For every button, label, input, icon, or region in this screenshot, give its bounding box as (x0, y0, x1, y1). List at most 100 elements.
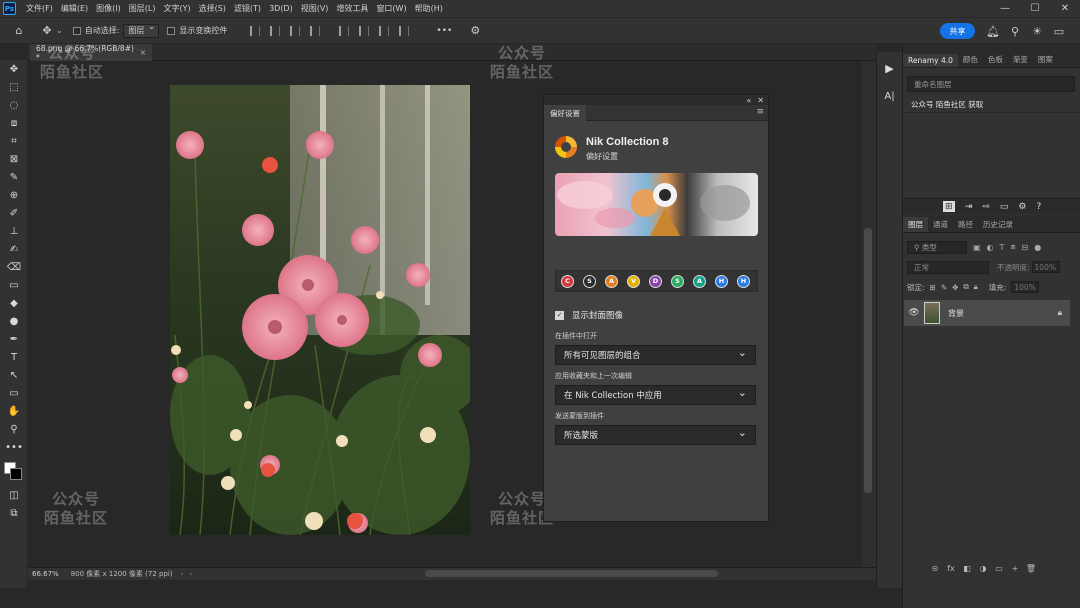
lasso-tool-icon[interactable]: ◌ (0, 96, 28, 114)
adjustment-filter-icon[interactable]: ◐ (987, 243, 994, 252)
menu-filter[interactable]: 滤镜(T) (230, 3, 265, 14)
tab-layers[interactable]: 图层 (903, 217, 928, 232)
brush-tool-icon[interactable]: ✐ (0, 204, 28, 222)
distribute-icon[interactable] (310, 25, 321, 36)
sharpener-icon[interactable]: S (671, 274, 684, 288)
align-middle-icon[interactable] (359, 25, 370, 36)
align-bottom-icon[interactable] (379, 25, 390, 36)
history-brush-tool-icon[interactable]: ✍ (0, 240, 28, 258)
zoom-tool-icon[interactable]: ⚲ (0, 420, 28, 438)
path-select-tool-icon[interactable]: ↖ (0, 366, 28, 384)
status-arrow-right-icon[interactable]: › (181, 570, 184, 578)
smart-filter-icon[interactable]: ⊟ (1022, 243, 1029, 252)
viveza-icon[interactable]: V (627, 274, 640, 288)
vertical-scroll-thumb[interactable] (864, 228, 872, 493)
background-color-swatch[interactable] (10, 468, 22, 480)
crop-tool-icon[interactable]: ⌗ (0, 132, 28, 150)
tab-channels[interactable]: 通道 (928, 217, 953, 232)
type-filter-icon[interactable]: T (1000, 243, 1005, 252)
opacity-input[interactable]: 100% (1031, 261, 1060, 273)
hand-tool-icon[interactable]: ✋ (0, 402, 28, 420)
auto-select-dropdown[interactable]: 图层 (123, 22, 160, 38)
more-options-button[interactable]: ••• (436, 26, 452, 36)
panel-menu-icon[interactable]: ≡ (756, 107, 764, 117)
layer-kind-filter[interactable]: ⚲ 类型 (907, 240, 967, 254)
tab-swatches[interactable]: 色板 (983, 52, 1008, 67)
visibility-eye-icon[interactable]: 👁︎ (904, 308, 924, 318)
clone-stamp-tool-icon[interactable]: ⊥ (0, 222, 28, 240)
group-icon[interactable]: ▭ (993, 564, 1005, 573)
dfine-icon[interactable]: D (649, 274, 662, 288)
close-tab-icon[interactable]: × (140, 48, 146, 57)
align-top-icon[interactable] (339, 25, 350, 36)
align-center-icon[interactable] (270, 25, 281, 36)
bell-icon[interactable]: 🔔︎ (984, 22, 1002, 40)
mask-icon[interactable]: ◧ (961, 564, 973, 573)
apply-favorites-select[interactable]: 在 Nik Collection 中应用 (555, 385, 756, 405)
open-in-plugin-select[interactable]: 所有可见图层的组合 (555, 345, 756, 365)
collapse-icon[interactable]: « (746, 96, 751, 105)
menu-type[interactable]: 文字(Y) (159, 3, 194, 14)
export-icon[interactable]: ⇨ (982, 202, 990, 212)
silver-efex-icon[interactable]: S (583, 274, 596, 288)
status-arrow-left-icon[interactable]: ‹ (189, 570, 192, 578)
edit-toolbar-icon[interactable]: ••• (0, 438, 28, 456)
lock-image-icon[interactable]: ✎ (941, 283, 947, 292)
shape-filter-icon[interactable]: ⧈ (1010, 242, 1015, 252)
lock-transparent-icon[interactable]: ⊞ (930, 283, 936, 292)
discover-icon[interactable]: ☀ (1028, 22, 1046, 40)
canvas-photo[interactable] (170, 85, 470, 535)
move-tool-icon[interactable]: ✥ (38, 22, 56, 40)
menu-edit[interactable]: 编辑(E) (57, 3, 92, 14)
layer-row-background[interactable]: 👁︎ 背景 🔒︎ (904, 300, 1070, 326)
quick-mask-icon[interactable]: ◫ (0, 486, 28, 504)
arrow-icon[interactable]: ⇥ (965, 202, 973, 212)
analog-efex-icon[interactable]: A (605, 274, 618, 288)
character-panel-icon[interactable]: A| (877, 82, 902, 110)
new-layer-icon[interactable]: + (1009, 564, 1021, 573)
show-cover-checkbox[interactable]: ✓ 显示封面图像 (555, 309, 623, 321)
zoom-level[interactable]: 66.67% (32, 570, 59, 578)
marquee-tool-icon[interactable]: ⬚ (0, 78, 28, 96)
tab-gradients[interactable]: 渐变 (1008, 52, 1033, 67)
hdr-efex-icon[interactable]: H (715, 274, 728, 288)
send-mask-select[interactable]: 所选蒙版 (555, 425, 756, 445)
move-tool-icon[interactable]: ✥ (0, 60, 28, 78)
settings-icon[interactable]: ⚙ (1018, 202, 1026, 212)
lock-all-icon[interactable]: 🔒︎ (974, 282, 978, 292)
menu-window[interactable]: 窗口(W) (372, 3, 410, 14)
hdr-efex-alt-icon[interactable]: H (737, 274, 750, 288)
menu-view[interactable]: 视图(V) (297, 3, 333, 14)
eyedropper-tool-icon[interactable]: ✎ (0, 168, 28, 186)
blend-mode-select[interactable]: 正常 (907, 260, 989, 274)
menu-3d[interactable]: 3D(D) (265, 4, 297, 13)
show-transform-checkbox[interactable]: 显示变换控件 (167, 25, 227, 36)
tab-patterns[interactable]: 图案 (1033, 52, 1058, 67)
align-right-icon[interactable] (290, 25, 301, 36)
auto-select-checkbox[interactable]: 自动选择: (72, 25, 119, 36)
pixel-filter-icon[interactable]: ▣ (973, 243, 981, 252)
workspace-icon[interactable]: ▭ (1050, 22, 1068, 40)
tab-color[interactable]: 颜色 (958, 52, 983, 67)
filter-toggle-icon[interactable]: ● (1034, 243, 1041, 252)
rectangle-tool-icon[interactable]: ▭ (0, 384, 28, 402)
filter-icon[interactable]: ▭ (1000, 202, 1009, 212)
object-select-tool-icon[interactable]: ⧈ (0, 114, 28, 132)
screen-mode-icon[interactable]: ⧉ (0, 504, 28, 522)
tab-history[interactable]: 历史记录 (978, 217, 1018, 232)
dodge-tool-icon[interactable]: ● (0, 312, 28, 330)
search-icon[interactable]: ⚲ (1006, 22, 1024, 40)
frame-tool-icon[interactable]: ⊠ (0, 150, 28, 168)
healing-brush-tool-icon[interactable]: ⊕ (0, 186, 28, 204)
perspective-efex-icon[interactable]: A (693, 274, 706, 288)
distribute-vertical-icon[interactable] (399, 25, 410, 36)
tab-renamy[interactable]: Renamy 4.0 (903, 54, 958, 67)
menu-select[interactable]: 选择(S) (195, 3, 230, 14)
link-layers-icon[interactable]: ⊝ (929, 564, 941, 573)
close-dialog-icon[interactable]: ✕ (757, 96, 764, 105)
close-window-button[interactable]: ✕ (1050, 0, 1080, 17)
tab-paths[interactable]: 路径 (953, 217, 978, 232)
menu-file[interactable]: 文件(F) (22, 3, 57, 14)
tool-preset-chevron-icon[interactable]: ⌄ (56, 26, 63, 35)
gear-icon[interactable]: ⚙ (470, 24, 480, 37)
